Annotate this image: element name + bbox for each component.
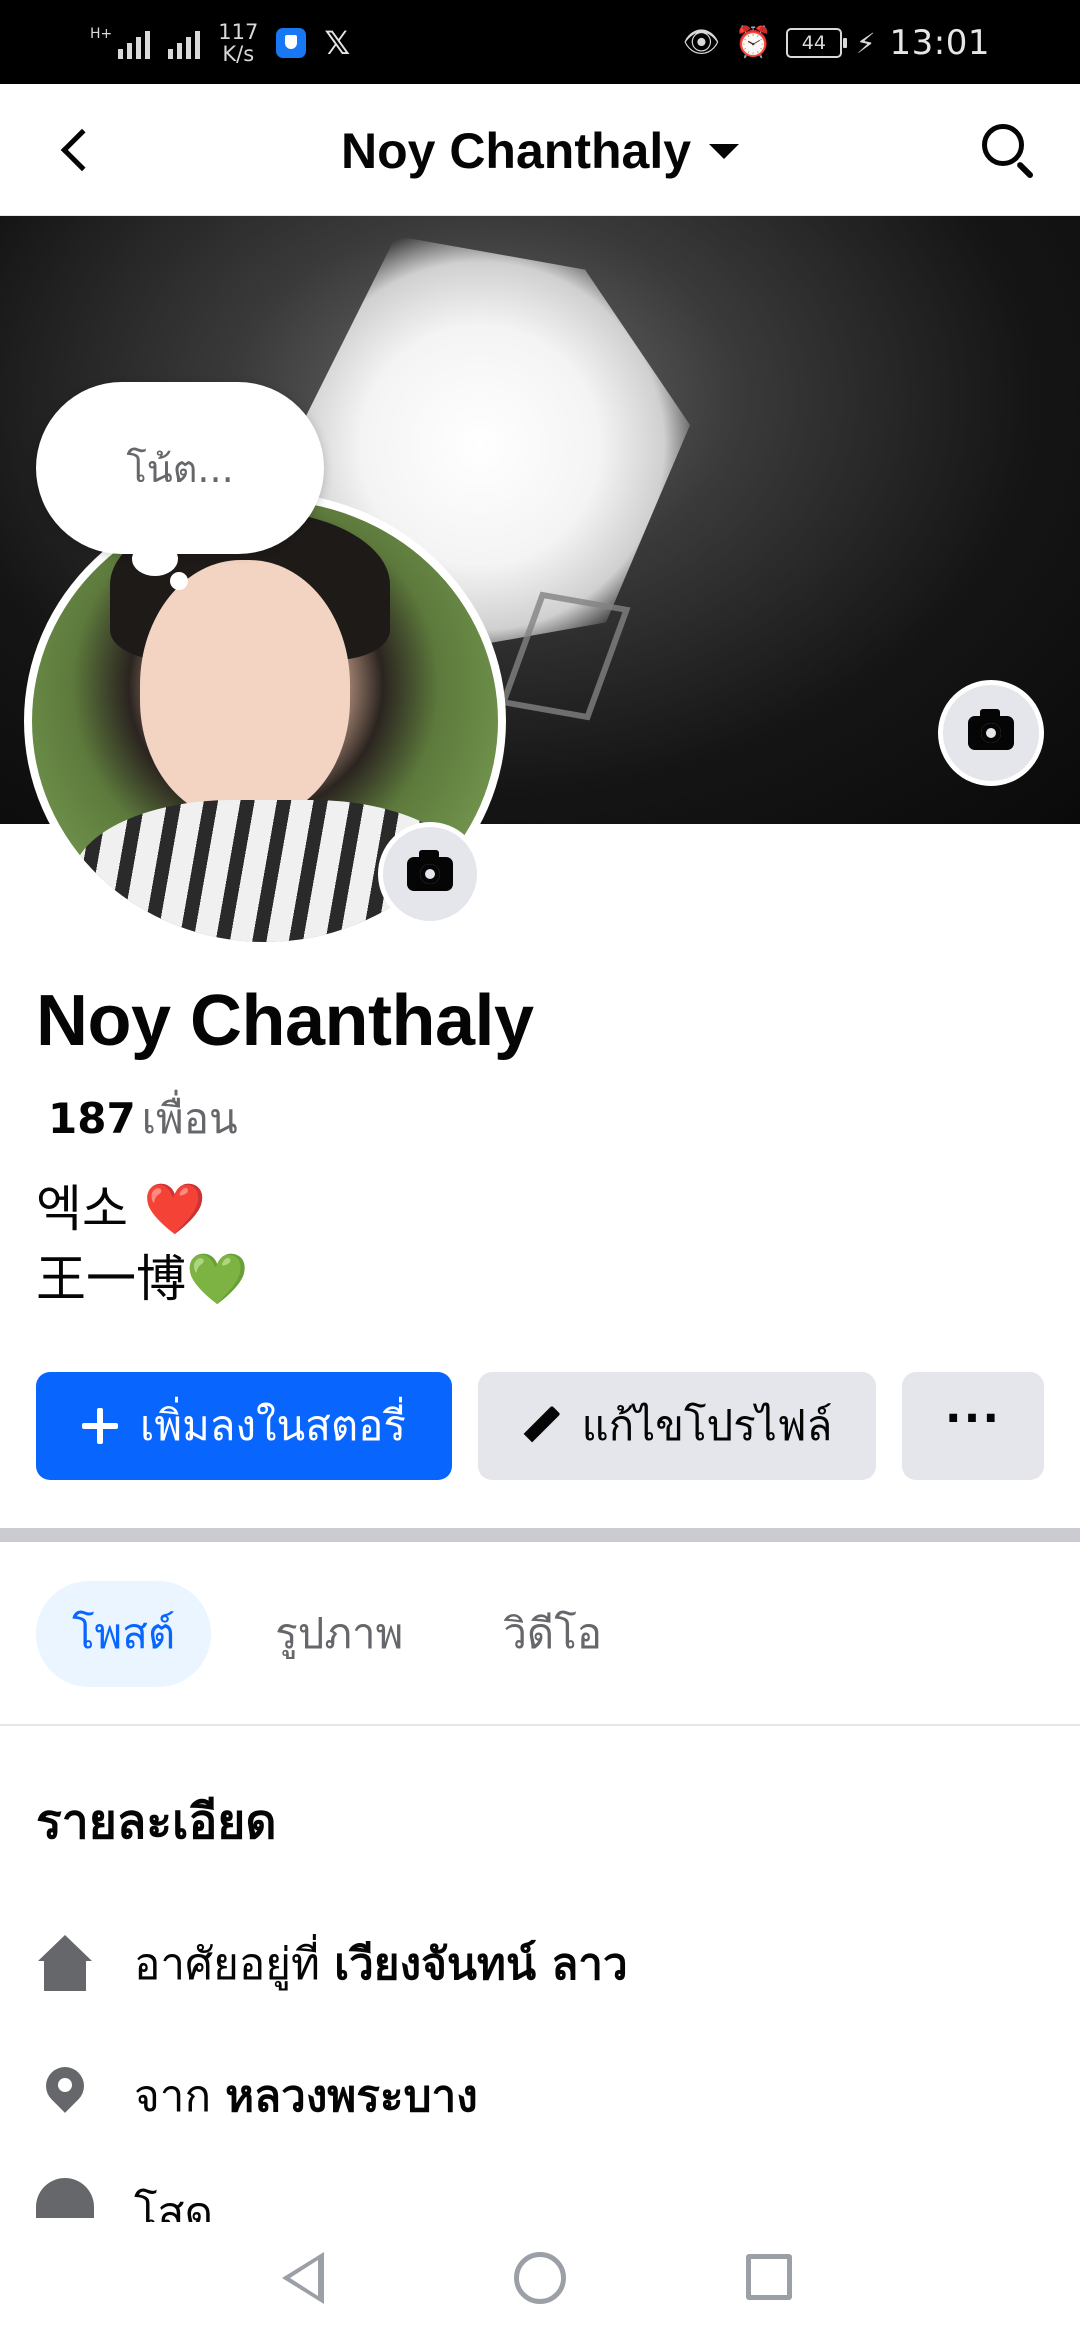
status-right: 👁 ⏰ 44 ⚡ 13:01 (682, 18, 990, 68)
network-speed-unit: K/s (222, 42, 255, 66)
camera-icon (407, 850, 453, 891)
note-bubble[interactable]: โน้ต... (36, 382, 324, 554)
add-to-story-label: เพิ่มลงในสตอรี่ (140, 1401, 406, 1450)
bio-line-1: 엑소 ❤️ (36, 1180, 207, 1238)
search-icon (982, 124, 1024, 166)
header-title: Noy Chanthaly (340, 123, 692, 179)
note-bubble-tail (132, 542, 178, 576)
edit-profile-button[interactable]: แก้ไขโปรไฟล์ (478, 1372, 876, 1480)
detail-lives-in: อาศัยอยู่ที่ เวียงจันทน์ ลาว (36, 1928, 628, 2000)
app-header: Noy Chanthaly (0, 84, 1080, 216)
profile-tabs: โพสต์ รูปภาพ วิดีโอ (36, 1580, 638, 1688)
plus-icon (82, 1408, 119, 1444)
friends-count: 187 (48, 1094, 136, 1143)
system-nav-bar (0, 2222, 1080, 2340)
detail-relationship: โสด (36, 2178, 213, 2222)
x-logo-icon: 𝕏 (324, 24, 351, 62)
network-speed: 117 K/s (218, 21, 258, 65)
nav-home-button[interactable] (514, 2252, 566, 2304)
alarm-icon: ⏰ (734, 25, 772, 60)
status-left: H+ 117 K/s 𝕏 (90, 18, 350, 68)
profile-bio: 엑소 ❤️ 王一博💚 (36, 1174, 248, 1314)
edit-cover-photo-button[interactable] (938, 680, 1044, 786)
eye-icon: 👁 (682, 25, 721, 60)
more-icon: ··· (944, 1392, 1002, 1444)
friends-label: เพื่อน (141, 1094, 238, 1143)
shield-app-icon (276, 28, 307, 58)
edit-profile-picture-button[interactable] (378, 822, 482, 926)
tab-videos[interactable]: วิดีโอ (467, 1581, 638, 1687)
pencil-icon (522, 1406, 562, 1446)
location-pin-icon (36, 2067, 94, 2125)
red-heart-icon: ❤️ (143, 1180, 207, 1238)
signal-icon-sim2 (168, 27, 201, 59)
profile-name: Noy Chanthaly (36, 981, 534, 1061)
details-heading: รายละเอียด (36, 1794, 277, 1850)
edit-profile-label: แก้ไขโปรไฟล์ (581, 1401, 833, 1450)
bio-line-2: 王一博💚 (36, 1250, 249, 1308)
add-to-story-button[interactable]: เพิ่มลงในสตอรี่ (36, 1372, 452, 1480)
home-icon (36, 1935, 94, 1993)
search-button[interactable] (976, 118, 1040, 182)
network-speed-value: 117 (218, 20, 259, 44)
green-heart-icon: 💚 (186, 1250, 249, 1308)
camera-icon (968, 709, 1014, 750)
battery-icon: 44 (785, 28, 847, 58)
tab-photos[interactable]: รูปภาพ (239, 1581, 439, 1687)
profile-switcher[interactable]: Noy Chanthaly (0, 122, 1080, 180)
signal-icon-sim1: H+ (90, 27, 151, 59)
nav-back-button[interactable] (282, 2252, 324, 2304)
heart-icon (36, 2178, 94, 2218)
tab-posts[interactable]: โพสต์ (36, 1581, 212, 1687)
note-bubble-tail-dot (170, 572, 188, 590)
section-divider (0, 1528, 1080, 1542)
status-bar: H+ 117 K/s 𝕏 👁 ⏰ 44 ⚡ 13:01 (0, 0, 1080, 84)
note-placeholder: โน้ต... (126, 446, 234, 491)
tabs-divider (0, 1724, 1080, 1726)
charging-icon: ⚡ (855, 26, 876, 60)
detail-from: จาก หลวงพระบาง (36, 2060, 478, 2132)
caret-down-icon (709, 144, 740, 160)
clock: 13:01 (889, 23, 990, 63)
friends-count-link[interactable]: 187 เพื่อน (48, 1086, 238, 1152)
more-options-button[interactable]: ··· (902, 1372, 1044, 1480)
nav-recents-button[interactable] (746, 2254, 792, 2300)
